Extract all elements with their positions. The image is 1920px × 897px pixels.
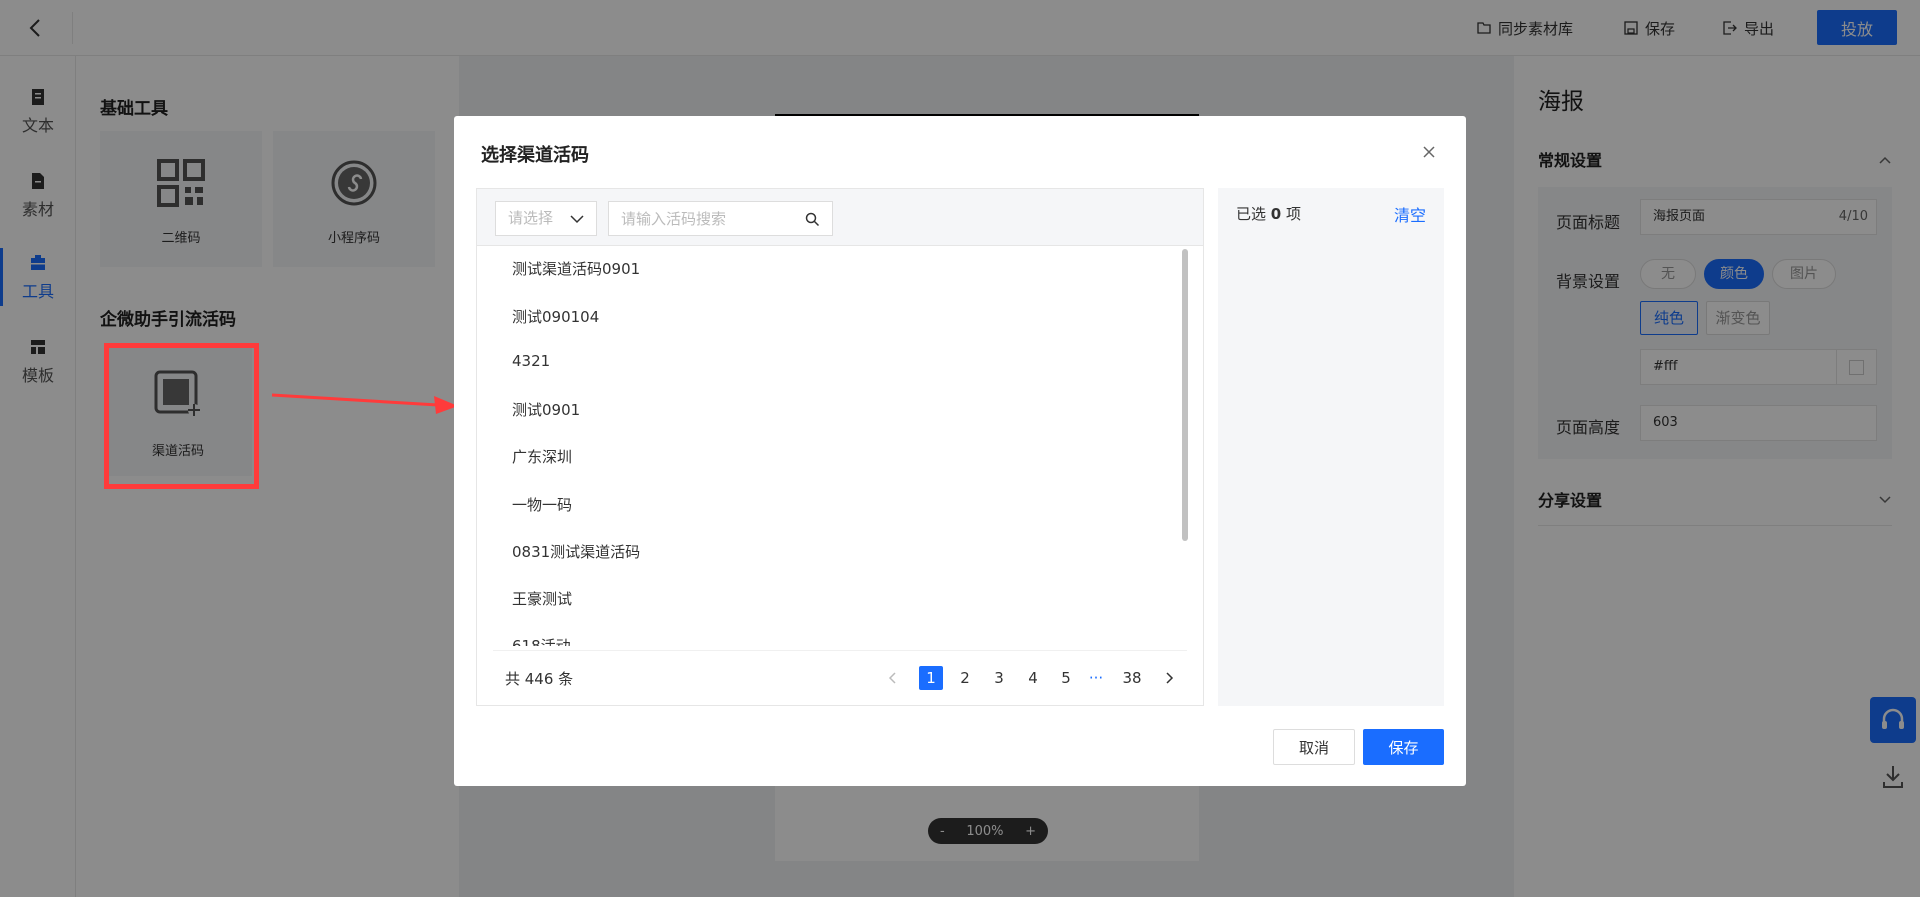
select-channel-code-modal: 选择渠道活码 请选择 测试渠道活码0901 测试090104 4321 测试09… [454, 116, 1466, 786]
page-5[interactable]: 5 [1054, 666, 1078, 690]
search-input[interactable] [621, 209, 791, 229]
selected-number: 0 [1270, 205, 1282, 223]
annotation-highlight-box [104, 343, 259, 489]
search-icon[interactable] [805, 212, 820, 227]
page-1[interactable]: 1 [919, 666, 943, 690]
code-list: 测试渠道活码0901 测试090104 4321 测试0901 广东深圳 一物一… [477, 246, 1203, 646]
close-icon[interactable] [1420, 143, 1438, 161]
filter-bar: 请选择 [477, 189, 1203, 246]
selected-prefix: 已选 [1236, 205, 1267, 223]
page-4[interactable]: 4 [1021, 666, 1045, 690]
annotation-arrow-icon [271, 393, 458, 414]
cancel-button[interactable]: 取消 [1273, 729, 1355, 765]
list-scrollbar[interactable] [1182, 249, 1188, 541]
list-item[interactable]: 618活动 [512, 635, 571, 646]
list-item[interactable]: 4321 [512, 352, 550, 370]
pagination: 共 446 条 1 2 3 4 5 ··· 38 [493, 650, 1187, 705]
modal-title: 选择渠道活码 [481, 145, 589, 166]
clear-button[interactable]: 清空 [1394, 202, 1426, 226]
list-item[interactable]: 广东深圳 [512, 446, 572, 467]
next-page-icon[interactable] [1161, 666, 1177, 690]
page-38[interactable]: 38 [1116, 666, 1148, 690]
list-item[interactable]: 测试渠道活码0901 [512, 258, 640, 279]
selected-pane: 已选 0 项 清空 [1218, 188, 1444, 706]
search-box[interactable] [608, 201, 833, 236]
list-item[interactable]: 王豪测试 [512, 588, 572, 609]
selected-count: 已选 0 项 [1236, 203, 1301, 224]
category-select[interactable]: 请选择 [495, 201, 597, 236]
list-item[interactable]: 一物一码 [512, 494, 572, 515]
list-item[interactable]: 0831测试渠道活码 [512, 541, 640, 562]
prev-page-icon[interactable] [885, 666, 901, 690]
list-item[interactable]: 测试0901 [512, 399, 580, 420]
selected-suffix: 项 [1286, 205, 1302, 223]
save-button[interactable]: 保存 [1363, 729, 1444, 765]
code-list-pane: 请选择 测试渠道活码0901 测试090104 4321 测试0901 广东深圳… [476, 188, 1204, 706]
list-item[interactable]: 测试090104 [512, 306, 599, 327]
chevron-down-icon [570, 215, 584, 224]
category-select-placeholder: 请选择 [508, 209, 554, 227]
page-ellipsis[interactable]: ··· [1084, 666, 1108, 690]
page-3[interactable]: 3 [987, 666, 1011, 690]
total-count: 共 446 条 [505, 670, 574, 688]
page-2[interactable]: 2 [953, 666, 977, 690]
